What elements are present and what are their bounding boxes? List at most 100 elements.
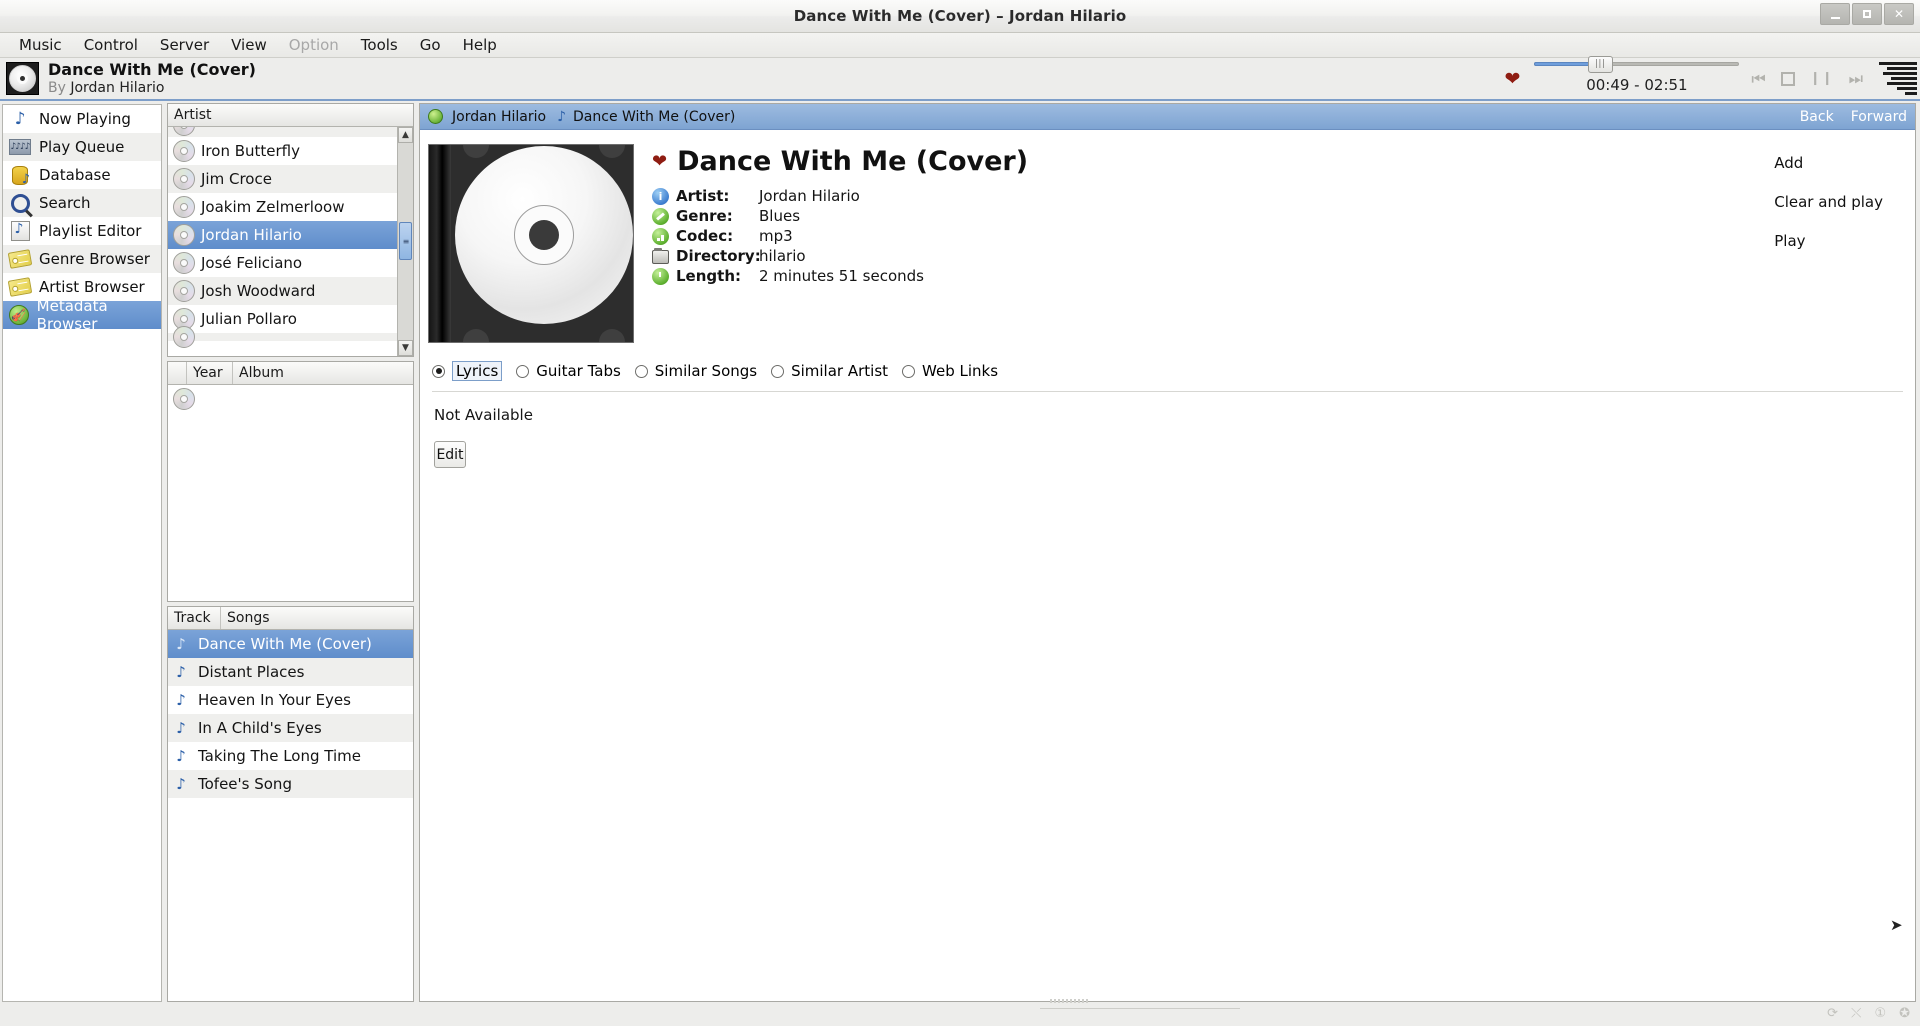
menu-music[interactable]: Music xyxy=(8,34,73,56)
seek-slider[interactable]: ||| xyxy=(1534,60,1739,67)
menu-server[interactable]: Server xyxy=(149,34,220,56)
window-title: Dance With Me (Cover) – Jordan Hilario xyxy=(794,7,1127,25)
menu-control[interactable]: Control xyxy=(73,34,149,56)
pause-icon[interactable]: ❙❙ xyxy=(1810,72,1834,85)
heart-icon[interactable]: ❤ xyxy=(652,151,667,172)
radio-icon[interactable] xyxy=(771,365,784,378)
sidebar-item-genre-browser[interactable]: Genre Browser xyxy=(3,245,161,273)
scrollbar-thumb[interactable]: ≡ xyxy=(399,222,412,260)
menu-go[interactable]: Go xyxy=(409,34,452,56)
transport-controls: ⏮ ❙❙ ⏭ xyxy=(1751,71,1863,87)
previous-icon[interactable]: ⏮ xyxy=(1751,71,1765,87)
list-item[interactable] xyxy=(168,127,397,137)
table-row-selected[interactable]: Jordan Hilario xyxy=(168,221,397,249)
repeat-icon[interactable]: ⟳ xyxy=(1827,1006,1838,1021)
table-row[interactable]: ♪ Distant Places xyxy=(168,658,413,686)
consume-icon[interactable]: ✪ xyxy=(1899,1006,1910,1021)
menu-view[interactable]: View xyxy=(220,34,278,56)
table-row[interactable] xyxy=(168,385,413,413)
music-note-icon: ♪ xyxy=(7,108,33,130)
sidebar-label-genre-browser: Genre Browser xyxy=(39,250,150,268)
tab-similar-artist[interactable]: Similar Artist xyxy=(771,362,888,380)
table-row[interactable]: Iron Butterfly xyxy=(168,137,397,165)
hamburger-icon[interactable] xyxy=(1879,62,1917,95)
sidebar-label-play-queue: Play Queue xyxy=(39,138,124,156)
songs-column-header[interactable]: Songs xyxy=(220,607,413,629)
table-row[interactable]: ♪ Taking The Long Time xyxy=(168,742,413,770)
menu-tools[interactable]: Tools xyxy=(350,34,409,56)
edit-button[interactable]: Edit xyxy=(434,441,466,468)
scroll-up-icon[interactable]: ▲ xyxy=(398,127,413,143)
heart-icon[interactable]: ❤ xyxy=(1504,68,1520,90)
menu-help[interactable]: Help xyxy=(452,34,508,56)
radio-icon[interactable] xyxy=(635,365,648,378)
stop-icon[interactable] xyxy=(1781,72,1795,86)
radio-icon[interactable] xyxy=(516,365,529,378)
song-title: In A Child's Eyes xyxy=(198,719,322,737)
artist-scrollbar[interactable]: ▲ ≡ ▼ xyxy=(397,127,413,356)
song-title: Taking The Long Time xyxy=(198,747,361,765)
scroll-down-icon[interactable]: ▼ xyxy=(398,340,413,356)
by-label: By xyxy=(48,80,66,96)
next-icon[interactable]: ⏭ xyxy=(1849,71,1863,87)
close-button[interactable]: ✕ xyxy=(1884,3,1914,25)
window-titlebar: Dance With Me (Cover) – Jordan Hilario ✕ xyxy=(0,0,1920,33)
track-column-header[interactable]: Track xyxy=(168,607,220,629)
resize-grip[interactable] xyxy=(1050,999,1090,1003)
tab-radio-group: Lyrics Guitar Tabs Similar Songs Similar… xyxy=(432,361,1903,392)
seek-thumb[interactable]: ||| xyxy=(1588,56,1613,73)
table-row[interactable]: Julian Pollaro xyxy=(168,305,397,333)
tab-label-similar-artist[interactable]: Similar Artist xyxy=(791,362,888,380)
list-item[interactable] xyxy=(168,333,397,341)
table-row[interactable]: ♪ Heaven In Your Eyes xyxy=(168,686,413,714)
seek-area: ||| 00:49 - 02:51 xyxy=(1534,64,1739,94)
tab-label-similar-songs[interactable]: Similar Songs xyxy=(655,362,757,380)
tab-similar-songs[interactable]: Similar Songs xyxy=(635,362,757,380)
sidebar-item-metadata-browser[interactable]: 🎻 Metadata Browser xyxy=(3,301,161,329)
codec-icon xyxy=(652,228,669,245)
tab-label-lyrics[interactable]: Lyrics xyxy=(452,361,502,381)
radio-icon[interactable] xyxy=(432,365,445,378)
breadcrumb-artist[interactable]: Jordan Hilario xyxy=(452,109,546,125)
songs-list[interactable]: ♪ Dance With Me (Cover) ♪ Distant Places… xyxy=(168,630,413,798)
album-column-header[interactable]: Album xyxy=(232,362,413,384)
table-row[interactable]: Joakim Zelmerloow xyxy=(168,193,397,221)
tab-web-links[interactable]: Web Links xyxy=(902,362,998,380)
table-row[interactable]: Josh Woodward xyxy=(168,277,397,305)
statusbar: ⟳ ⤬ ① ✪ xyxy=(0,1002,1920,1024)
single-icon[interactable]: ① xyxy=(1874,1006,1886,1021)
album-list[interactable] xyxy=(168,385,413,413)
shuffle-icon[interactable]: ⤬ xyxy=(1851,1006,1861,1021)
sidebar-item-play-queue[interactable]: ♪♪♪♪ Play Queue xyxy=(3,133,161,161)
table-row[interactable]: ♪ In A Child's Eyes xyxy=(168,714,413,742)
tab-label-guitar-tabs[interactable]: Guitar Tabs xyxy=(536,362,621,380)
breadcrumb: Jordan Hilario ♪ Dance With Me (Cover) B… xyxy=(420,104,1915,130)
play-button[interactable]: Play xyxy=(1774,232,1883,250)
sidebar-item-database[interactable]: Database xyxy=(3,161,161,189)
sidebar-item-playlist-editor[interactable]: Playlist Editor xyxy=(3,217,161,245)
forward-button[interactable]: Forward xyxy=(1851,109,1907,125)
table-row[interactable]: Jim Croce xyxy=(168,165,397,193)
tab-lyrics[interactable]: Lyrics xyxy=(432,361,502,381)
year-column-header[interactable]: Year xyxy=(186,362,232,384)
tab-label-web-links[interactable]: Web Links xyxy=(922,362,998,380)
tab-guitar-tabs[interactable]: Guitar Tabs xyxy=(516,362,621,380)
breadcrumb-song[interactable]: Dance With Me (Cover) xyxy=(573,109,735,125)
table-row[interactable]: José Feliciano xyxy=(168,249,397,277)
back-button[interactable]: Back xyxy=(1800,109,1834,125)
maximize-button[interactable] xyxy=(1852,3,1882,25)
sidebar-item-search[interactable]: Search xyxy=(3,189,161,217)
metadata-content: Jordan Hilario ♪ Dance With Me (Cover) B… xyxy=(419,103,1916,1002)
artist-list[interactable]: Iron Butterfly Jim Croce Joakim Zelmerlo… xyxy=(168,127,397,356)
artist-column-header[interactable]: Artist xyxy=(168,104,413,126)
table-row[interactable]: ♪ Tofee's Song xyxy=(168,770,413,798)
add-button[interactable]: Add xyxy=(1774,154,1883,172)
table-row-selected[interactable]: ♪ Dance With Me (Cover) xyxy=(168,630,413,658)
sidebar-item-now-playing[interactable]: ♪ Now Playing xyxy=(3,105,161,133)
window-controls: ✕ xyxy=(1820,3,1914,25)
sidebar-label-database: Database xyxy=(39,166,111,184)
clear-and-play-button[interactable]: Clear and play xyxy=(1774,193,1883,211)
menu-option: Option xyxy=(278,34,350,56)
radio-icon[interactable] xyxy=(902,365,915,378)
minimize-button[interactable] xyxy=(1820,3,1850,25)
